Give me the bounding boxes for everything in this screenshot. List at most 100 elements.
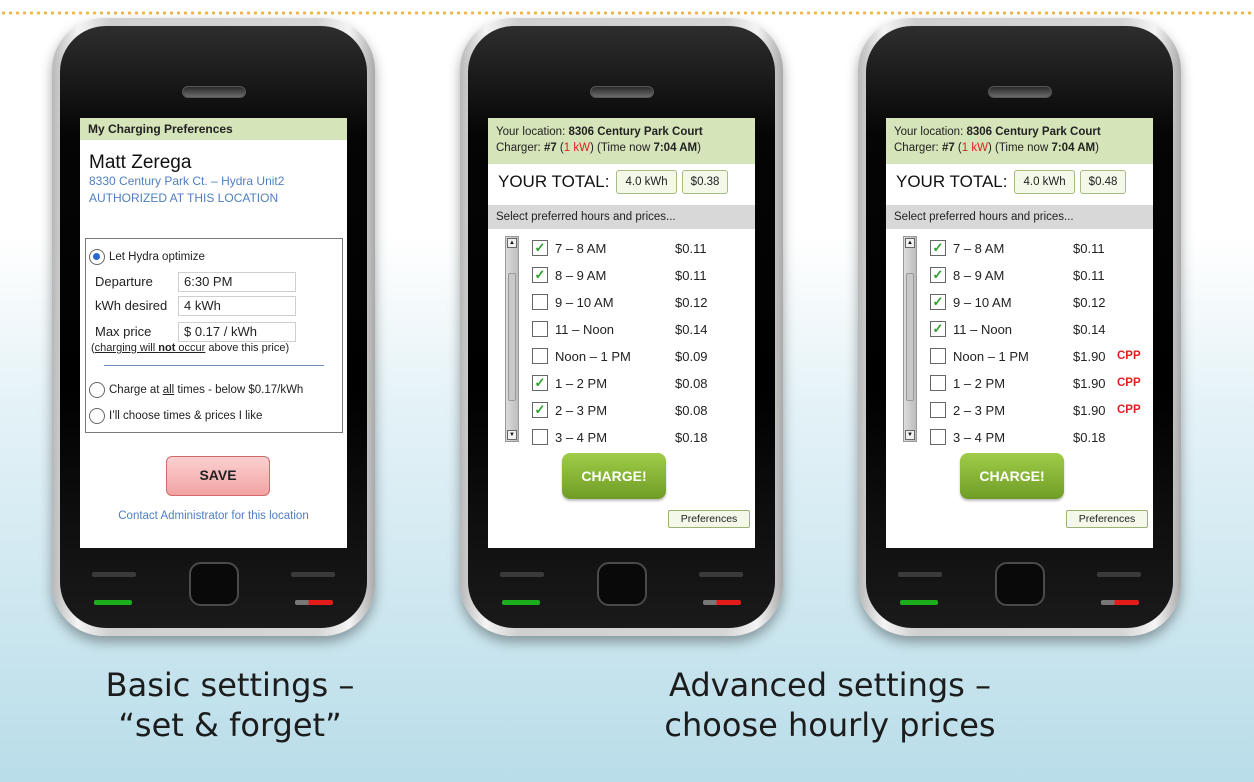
checkbox-unchecked-icon[interactable] (532, 429, 548, 445)
radio-selected-icon[interactable] (89, 249, 105, 265)
option-optimize-label: Let Hydra optimize (109, 251, 205, 263)
charger-kw: 1 kW (961, 142, 988, 154)
hour-label: 9 – 10 AM (555, 294, 614, 310)
checkbox-checked-icon[interactable]: ✓ (930, 267, 946, 283)
checkbox-checked-icon[interactable]: ✓ (930, 321, 946, 337)
phone-advanced-2: Your location: 8306 Century Park Court C… (858, 18, 1181, 636)
max-price-field[interactable]: $ 0.17 / kWh (178, 322, 296, 342)
hours-scrollbar[interactable]: ▲ ▼ (505, 236, 519, 442)
home-button (188, 562, 239, 606)
checkbox-unchecked-icon[interactable] (532, 294, 548, 310)
speaker-grille (181, 86, 246, 98)
note-part1: charging will (94, 342, 159, 354)
hours-scrollbar[interactable]: ▲ ▼ (903, 236, 917, 442)
divider (104, 365, 324, 366)
hardware-keys (52, 558, 375, 628)
hour-label: 3 – 4 PM (953, 429, 1006, 445)
hour-row[interactable]: 3 – 4 PM $0.18 (930, 427, 1115, 447)
charger-number: #7 (941, 142, 955, 154)
preferences-button[interactable]: Preferences (668, 510, 750, 528)
hour-row[interactable]: ✓ 1 – 2 PM $0.08 (532, 373, 717, 393)
scroll-thumb[interactable] (906, 273, 914, 401)
charge-button[interactable]: CHARGE! (960, 453, 1064, 499)
preferences-button[interactable]: Preferences (1066, 510, 1148, 528)
caption-advanced-line1: Advanced settings – (668, 666, 991, 704)
hour-row[interactable]: 9 – 10 AM $0.12 (532, 292, 717, 312)
hour-row[interactable]: ✓ 11 – Noon $0.14 (930, 319, 1115, 339)
hour-row[interactable]: 1 – 2 PM $1.90 CPP (930, 373, 1141, 393)
hour-row[interactable]: Noon – 1 PM $1.90 CPP (930, 346, 1141, 366)
checkbox-unchecked-icon[interactable] (930, 348, 946, 364)
hour-label: 2 – 3 PM (953, 402, 1006, 418)
scroll-down-icon[interactable]: ▼ (507, 430, 517, 440)
hour-row[interactable]: 2 – 3 PM $1.90 CPP (930, 400, 1141, 420)
select-prompt: Select preferred hours and prices... (488, 205, 755, 229)
radio-unselected-icon[interactable] (89, 408, 105, 424)
hour-row[interactable]: ✓ 9 – 10 AM $0.12 (930, 292, 1115, 312)
checkbox-checked-icon[interactable]: ✓ (930, 240, 946, 256)
checkbox-checked-icon[interactable]: ✓ (532, 375, 548, 391)
checkbox-checked-icon[interactable]: ✓ (532, 402, 548, 418)
option-optimize[interactable]: Let Hydra optimize (89, 249, 205, 265)
option-all-underlined: all (162, 384, 175, 396)
call-key-green (900, 600, 938, 605)
checkbox-unchecked-icon[interactable] (532, 321, 548, 337)
scroll-thumb[interactable] (508, 273, 516, 401)
hour-price: $1.90 (1073, 348, 1106, 364)
location-header: Your location: 8306 Century Park Court C… (488, 118, 755, 164)
scroll-up-icon[interactable]: ▲ (905, 238, 915, 248)
hour-price: $0.14 (675, 321, 708, 337)
hour-label: 3 – 4 PM (555, 429, 608, 445)
scroll-up-icon[interactable]: ▲ (507, 238, 517, 248)
hour-row[interactable]: 11 – Noon $0.14 (532, 319, 717, 339)
departure-field[interactable]: 6:30 PM (178, 272, 296, 292)
hour-label: 1 – 2 PM (555, 375, 608, 391)
right-key (699, 572, 743, 577)
hour-price: $0.08 (675, 402, 708, 418)
end-key-red (1101, 600, 1139, 605)
hour-price: $1.90 (1073, 375, 1106, 391)
checkbox-unchecked-icon[interactable] (532, 348, 548, 364)
radio-unselected-icon[interactable] (89, 382, 105, 398)
checkbox-unchecked-icon[interactable] (930, 429, 946, 445)
hour-row[interactable]: ✓ 7 – 8 AM $0.11 (930, 238, 1115, 258)
call-key-green (502, 600, 540, 605)
hour-row[interactable]: ✓ 2 – 3 PM $0.08 (532, 400, 717, 420)
hour-row[interactable]: ✓ 8 – 9 AM $0.11 (532, 265, 717, 285)
option-charge-all[interactable]: Charge at all times - below $0.17/kWh (89, 382, 303, 398)
hour-price: $1.90 (1073, 402, 1106, 418)
hour-row[interactable]: 3 – 4 PM $0.18 (532, 427, 717, 447)
hour-label: Noon – 1 PM (555, 348, 631, 364)
departure-label: Departure (95, 274, 153, 289)
option-choose[interactable]: I’ll choose times & prices I like (89, 408, 262, 424)
charger-line: Charger: #7 (1 kW) (Time now 7:04 AM) (496, 142, 701, 154)
option-choose-label: I’ll choose times & prices I like (109, 410, 263, 422)
location-prefix: Your location: (894, 126, 967, 138)
left-key (500, 572, 544, 577)
hour-label: 7 – 8 AM (555, 240, 607, 256)
checkbox-checked-icon[interactable]: ✓ (930, 294, 946, 310)
kwh-label: kWh desired (95, 298, 168, 313)
checkbox-checked-icon[interactable]: ✓ (532, 240, 548, 256)
scroll-down-icon[interactable]: ▼ (905, 430, 915, 440)
total-kwh: 4.0 kWh (616, 170, 677, 194)
checkbox-checked-icon[interactable]: ✓ (532, 267, 548, 283)
hour-label: 11 – Noon (555, 321, 615, 337)
charger-prefix: Charger: (894, 142, 942, 154)
hour-price: $0.14 (1073, 321, 1106, 337)
kwh-field[interactable]: 4 kWh (178, 296, 296, 316)
contact-admin-link[interactable]: Contact Administrator for this location (80, 510, 347, 522)
charge-button[interactable]: CHARGE! (562, 453, 666, 499)
hour-row[interactable]: ✓ 8 – 9 AM $0.11 (930, 265, 1115, 285)
hour-price: $0.18 (675, 429, 708, 445)
save-button[interactable]: SAVE (166, 456, 270, 496)
location-prefix: Your location: (496, 126, 569, 138)
note-part4: above this price) (205, 342, 290, 354)
checkbox-unchecked-icon[interactable] (930, 375, 946, 391)
checkbox-unchecked-icon[interactable] (930, 402, 946, 418)
hour-row[interactable]: ✓ 7 – 8 AM $0.11 (532, 238, 717, 258)
cpp-badge: CPP (1117, 377, 1141, 389)
hour-price: $0.18 (1073, 429, 1106, 445)
hour-row[interactable]: Noon – 1 PM $0.09 (532, 346, 717, 366)
caption-basic-line1: Basic settings – (105, 666, 355, 704)
